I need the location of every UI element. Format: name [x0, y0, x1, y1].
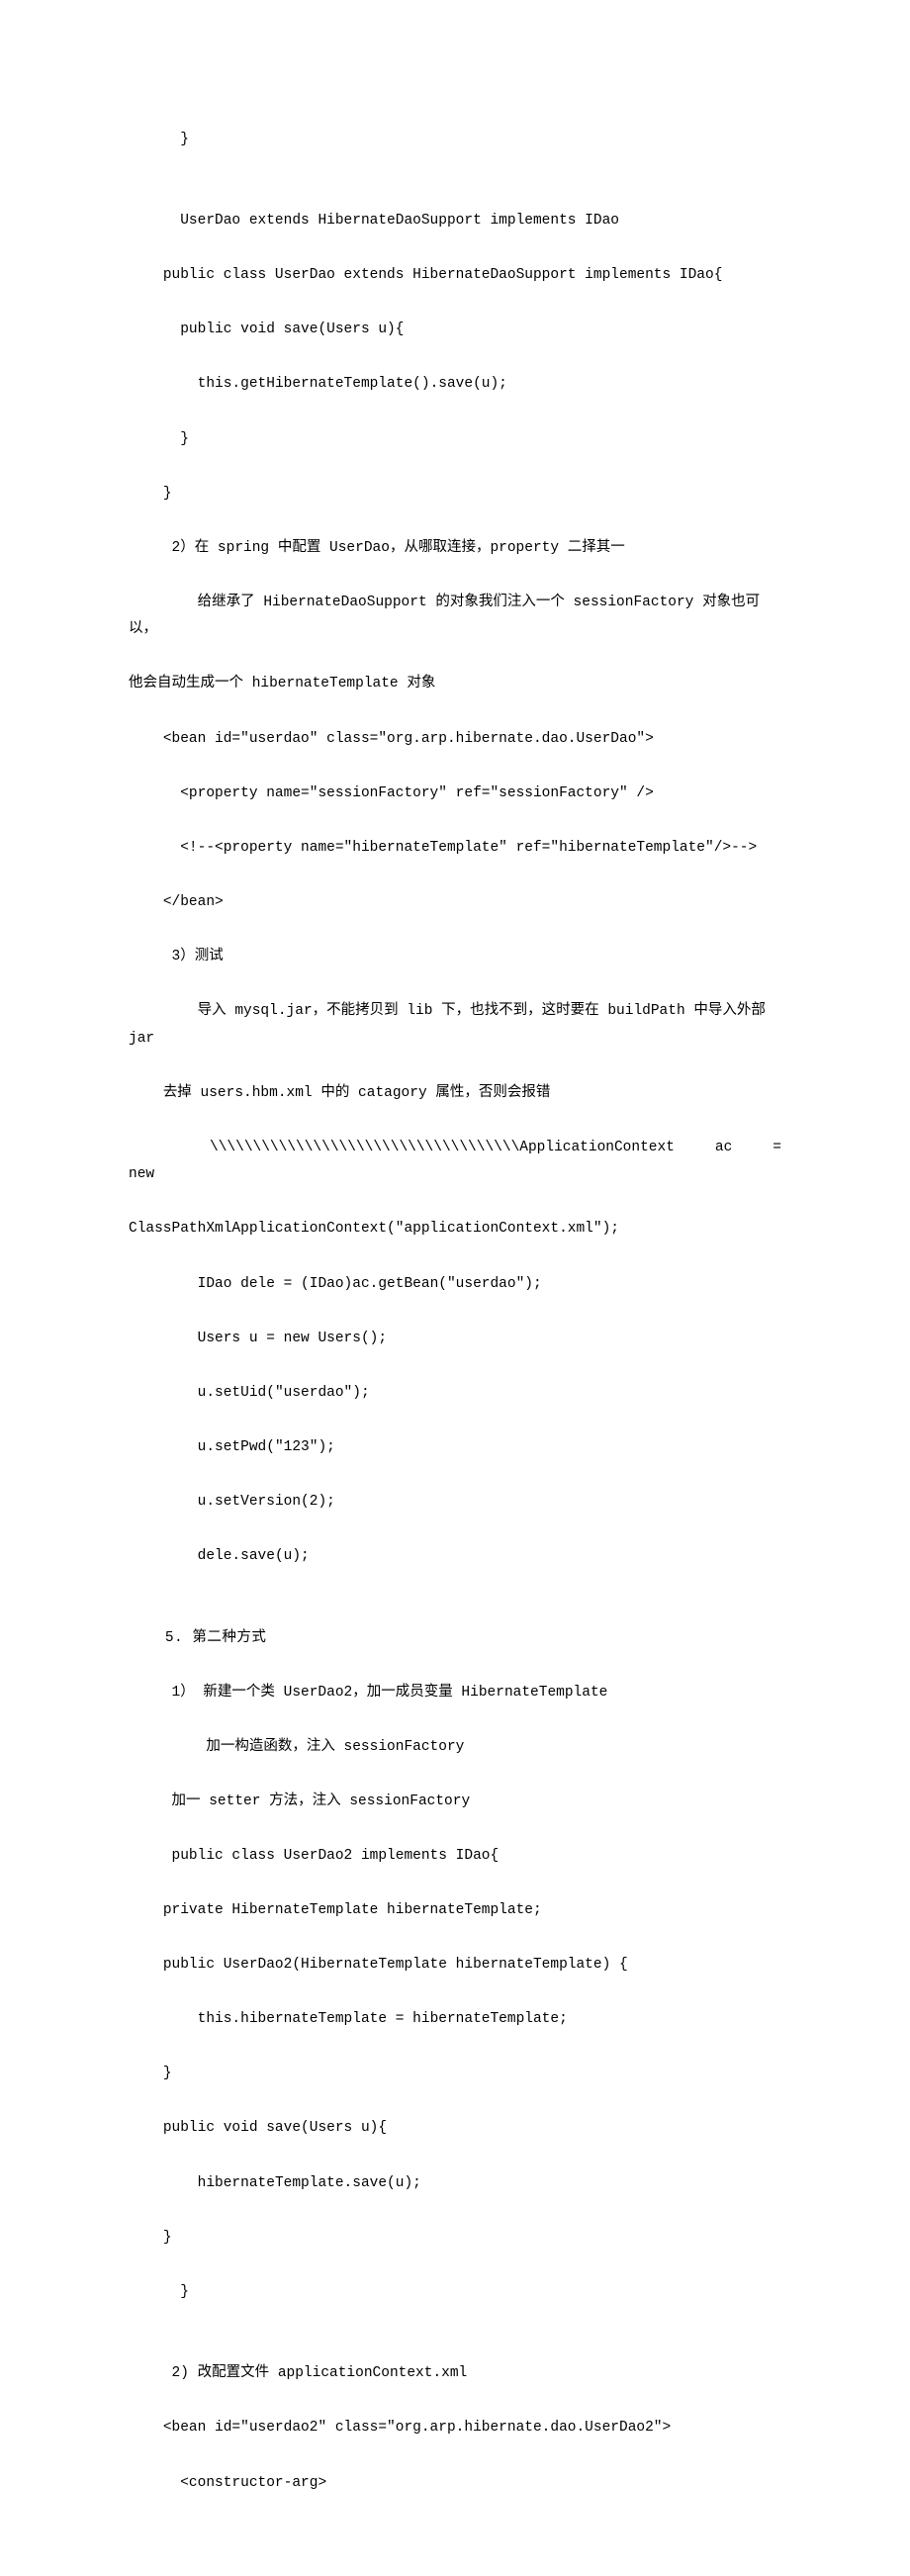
- code-line: <bean id="userdao2" class="org.arp.hiber…: [129, 2415, 781, 2442]
- text-line: 加一构造函数，注入 sessionFactory: [129, 1734, 781, 1762]
- code-line: }: [129, 426, 781, 454]
- text-line: 加一 setter 方法，注入 sessionFactory: [129, 1789, 781, 1816]
- code-line: u.setUid("userdao");: [129, 1380, 781, 1408]
- code-line: public class UserDao2 implements IDao{: [129, 1843, 781, 1871]
- code-line: }: [129, 2061, 781, 2088]
- code-line: \\\\\\\\\\\\\\\\\\\\\\\\\\\\\\\\\\\\Appl…: [129, 1135, 781, 1189]
- code-line: <bean id="userdao" class="org.arp.hibern…: [129, 726, 781, 754]
- code-line: private HibernateTemplate hibernateTempl…: [129, 1897, 781, 1925]
- code-line: hibernateTemplate.save(u);: [129, 2170, 781, 2198]
- text-line: 2）在 spring 中配置 UserDao，从哪取连接，property 二择…: [129, 535, 781, 563]
- code-line: u.setPwd("123");: [129, 1434, 781, 1462]
- text-line: 给继承了 HibernateDaoSupport 的对象我们注入一个 sessi…: [129, 590, 781, 644]
- text-line: 3）测试: [129, 944, 781, 971]
- code-line: UserDao extends HibernateDaoSupport impl…: [129, 208, 781, 235]
- code-line: }: [129, 127, 781, 154]
- code-line: this.getHibernateTemplate().save(u);: [129, 371, 781, 399]
- code-line: }: [129, 2279, 781, 2307]
- code-line: }: [129, 2225, 781, 2253]
- code-line: public UserDao2(HibernateTemplate hibern…: [129, 1952, 781, 1979]
- text-line: 他会自动生成一个 hibernateTemplate 对象: [129, 671, 781, 698]
- code-line: <!--<property name="hibernateTemplate" r…: [129, 835, 781, 863]
- document-page: } UserDao extends HibernateDaoSupport im…: [0, 0, 910, 2576]
- code-line: public class UserDao extends HibernateDa…: [129, 262, 781, 290]
- text-line: 去掉 users.hbm.xml 中的 catagory 属性，否则会报错: [129, 1080, 781, 1108]
- code-line: IDao dele = (IDao)ac.getBean("userdao");: [129, 1271, 781, 1299]
- code-line: <property name="sessionFactory" ref="ses…: [129, 781, 781, 808]
- code-line: dele.save(u);: [129, 1543, 781, 1571]
- code-line: Users u = new Users();: [129, 1326, 781, 1353]
- code-line: </bean>: [129, 889, 781, 917]
- code-line: ClassPathXmlApplicationContext("applicat…: [129, 1216, 781, 1243]
- code-line: public void save(Users u){: [129, 317, 781, 344]
- code-line: u.setVersion(2);: [129, 1489, 781, 1517]
- code-line: this.hibernateTemplate = hibernateTempla…: [129, 2006, 781, 2034]
- text-line: 2) 改配置文件 applicationContext.xml: [129, 2360, 781, 2388]
- code-line: <constructor-arg>: [129, 2470, 781, 2498]
- code-line: }: [129, 481, 781, 508]
- code-line: public void save(Users u){: [129, 2115, 781, 2143]
- text-line: 导入 mysql.jar，不能拷贝到 lib 下，也找不到，这时要在 build…: [129, 998, 781, 1053]
- heading-line: 5. 第二种方式: [129, 1625, 781, 1653]
- text-line: 1） 新建一个类 UserDao2，加一成员变量 HibernateTempla…: [129, 1680, 781, 1707]
